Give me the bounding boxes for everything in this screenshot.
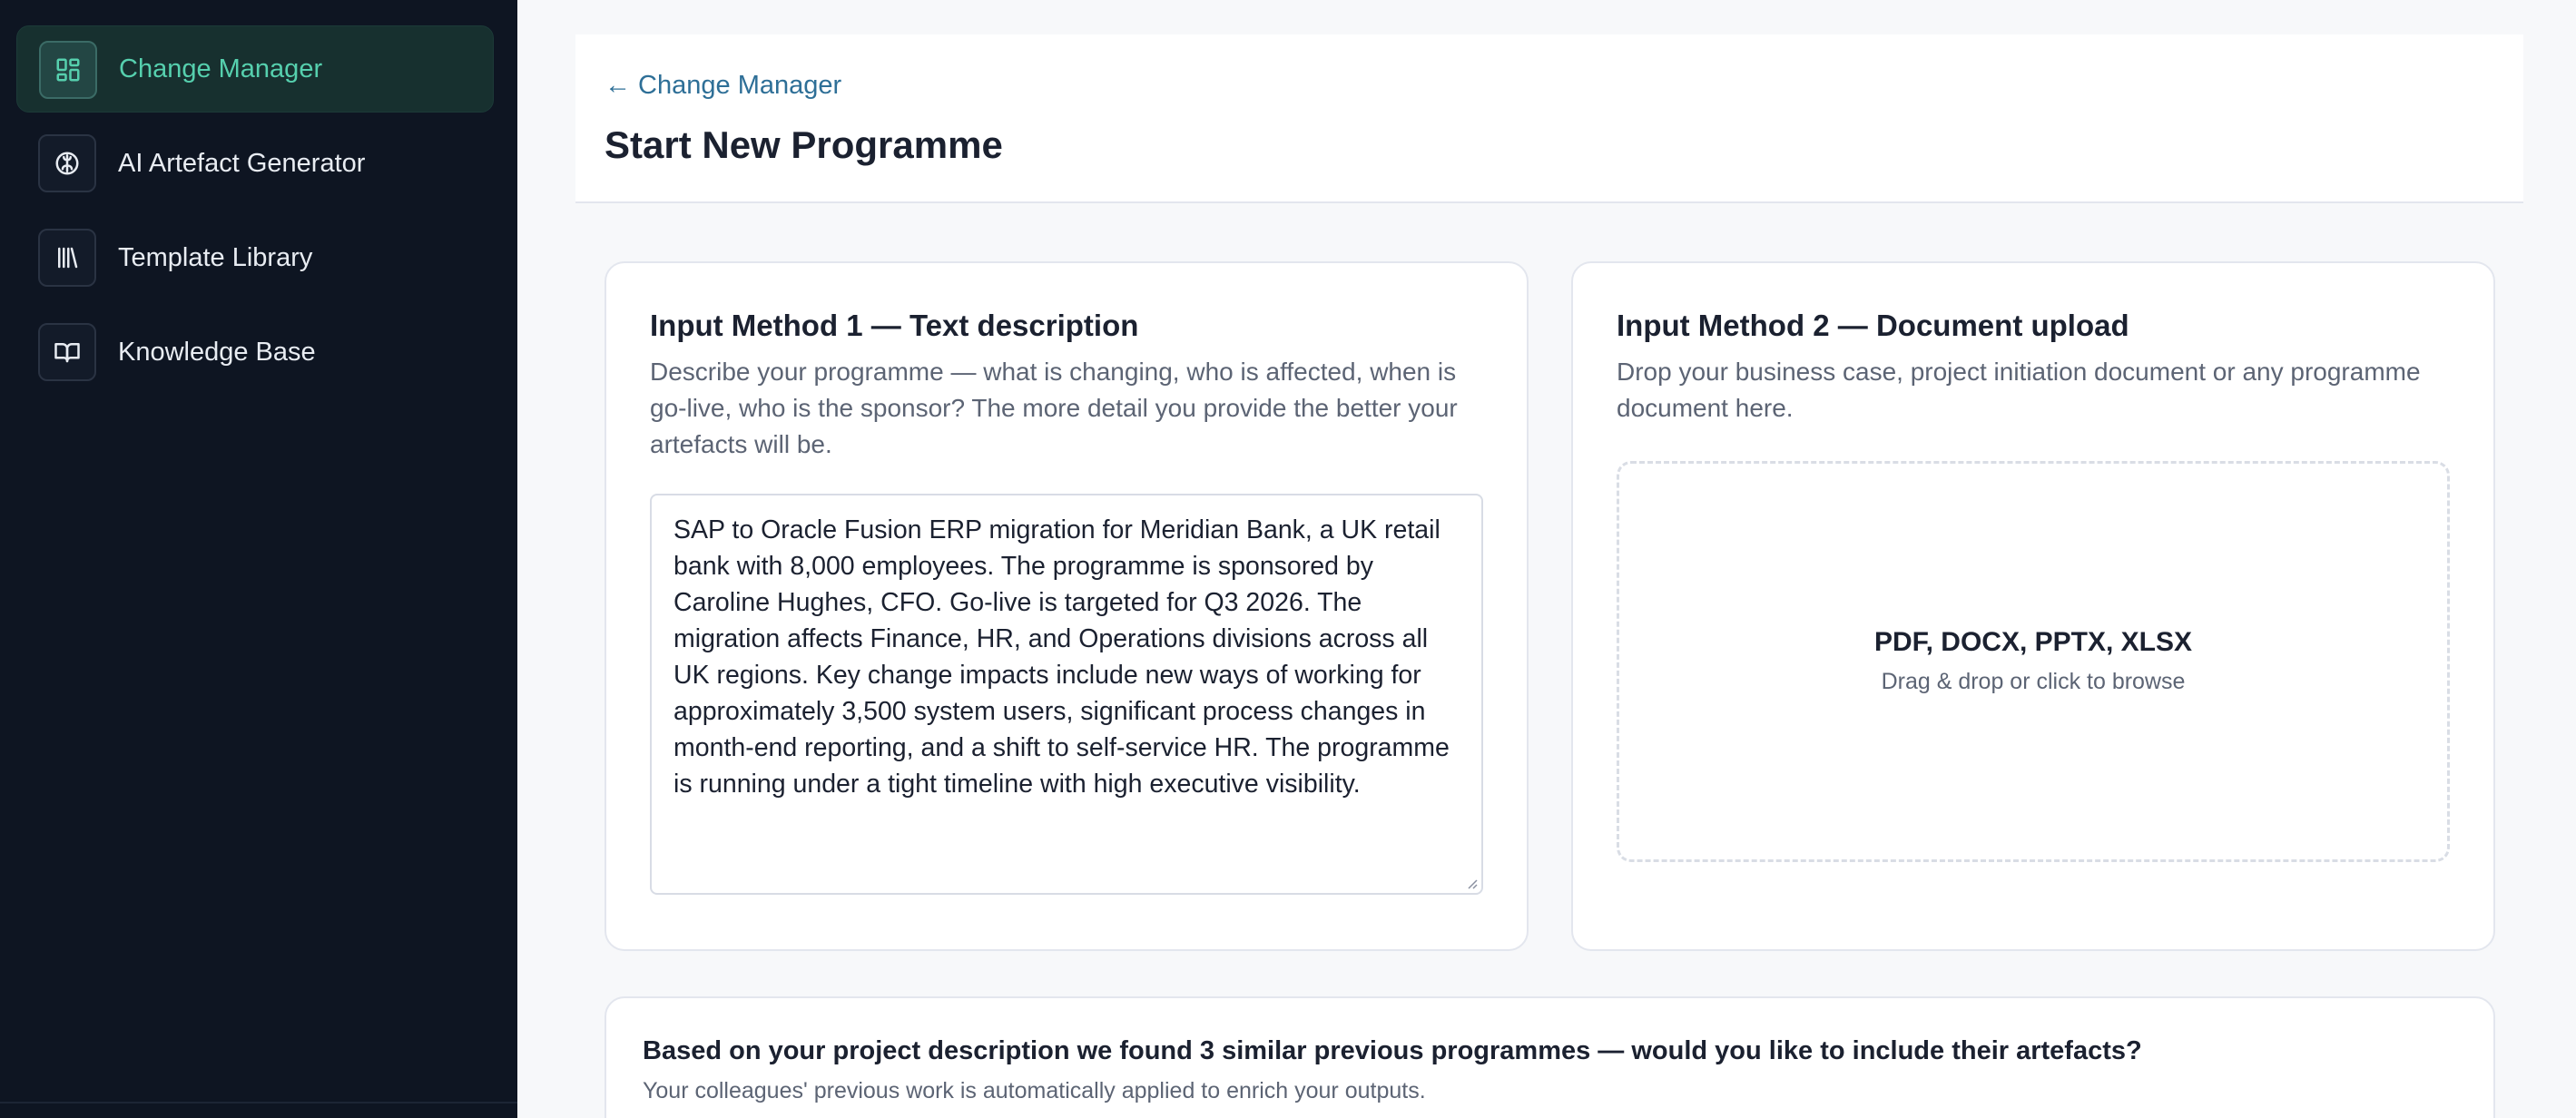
sidebar-item-knowledge-base[interactable]: Knowledge Base: [16, 309, 494, 396]
sidebar: Change Manager AI Artefact Generator Tem…: [0, 0, 517, 1118]
programme-description-input[interactable]: SAP to Oracle Fusion ERP migration for M…: [650, 494, 1483, 895]
card-description: Drop your business case, project initiat…: [1617, 358, 2421, 422]
document-upload-card: Input Method 2 — Document upload Drop yo…: [1571, 261, 2495, 951]
card-title: Input Method 1 — Text description: [650, 309, 1139, 342]
accepted-formats: PDF, DOCX, PPTX, XLSX: [1873, 627, 2193, 657]
page-header: ← Change Manager Start New Programme: [575, 34, 2523, 203]
back-link[interactable]: ← Change Manager: [605, 71, 841, 101]
sidebar-item-template-library[interactable]: Template Library: [16, 214, 494, 301]
file-dropzone[interactable]: PDF, DOCX, PPTX, XLSX Drag & drop or cli…: [1617, 461, 2450, 862]
similar-programmes-title: Based on your project description we fou…: [643, 1036, 2142, 1065]
page-title: Start New Programme: [605, 123, 1003, 166]
sidebar-item-label: Knowledge Base: [118, 337, 316, 367]
resize-handle-icon[interactable]: [1465, 877, 1478, 889]
dashboard-grid-icon: [39, 41, 97, 99]
sidebar-item-change-manager[interactable]: Change Manager: [16, 25, 494, 113]
dropzone-hint: Drag & drop or click to browse: [1881, 669, 2186, 694]
sidebar-item-label: Change Manager: [119, 54, 323, 83]
open-book-icon: [38, 323, 96, 381]
similar-programmes-subtitle: Your colleagues' previous work is automa…: [643, 1078, 1426, 1103]
brain-icon: [38, 134, 96, 192]
textarea-value: SAP to Oracle Fusion ERP migration for M…: [673, 515, 1450, 799]
sidebar-item-ai-artefact-generator[interactable]: AI Artefact Generator: [16, 120, 494, 207]
text-description-card: Input Method 1 — Text description Descri…: [605, 261, 1529, 951]
similar-programmes-card: Based on your project description we fou…: [605, 996, 2495, 1118]
sidebar-item-label: Template Library: [118, 242, 313, 272]
card-description: Describe your programme — what is changi…: [650, 358, 1458, 458]
sidebar-item-label: AI Artefact Generator: [118, 148, 366, 178]
sidebar-divider: [0, 1102, 517, 1103]
library-icon: [38, 229, 96, 287]
card-title: Input Method 2 — Document upload: [1617, 309, 2129, 342]
